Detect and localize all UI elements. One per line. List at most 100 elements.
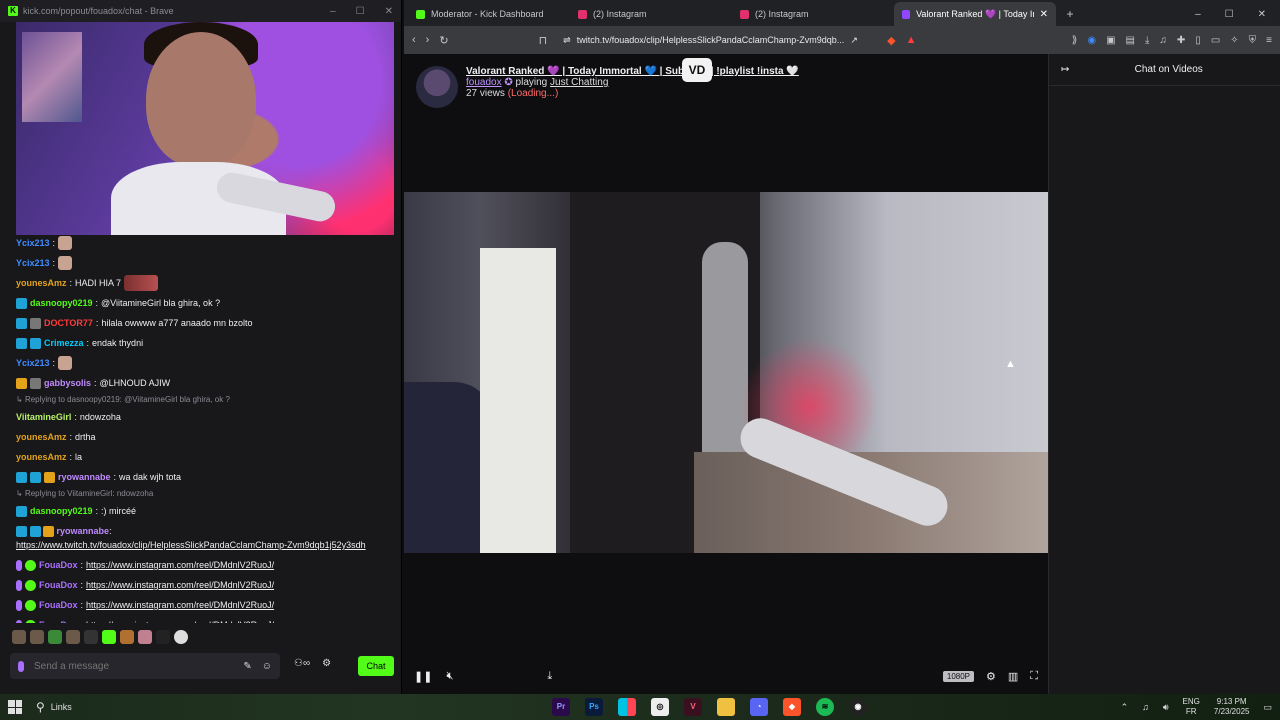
photoshop-icon[interactable]: Ps [585, 698, 603, 716]
obs-studio-icon[interactable]: ◉ [849, 698, 867, 716]
close-tab-icon[interactable]: ✕ [1040, 9, 1048, 20]
chat-username[interactable]: younesAmz [16, 273, 67, 293]
chat-username[interactable]: Ycix213 [16, 233, 50, 253]
tab-instagram-2[interactable]: (2) Instagram [732, 2, 894, 26]
emote-icon[interactable] [30, 630, 44, 644]
emote-icon[interactable] [102, 630, 116, 644]
new-tab-button[interactable]: + [1060, 2, 1080, 26]
clip-title[interactable]: Valorant Ranked 💜 | Today Immortal 💙 | S… [466, 66, 799, 77]
pause-icon[interactable]: ❚❚ [414, 670, 432, 683]
wallet-icon[interactable]: ▭ [1211, 35, 1220, 46]
site-settings-icon[interactable]: ⇌ [563, 35, 571, 46]
media-icon[interactable]: ♫ [1159, 35, 1167, 46]
reload-icon[interactable]: ↻ [439, 34, 448, 47]
extension-icon[interactable]: ▤ [1126, 35, 1135, 46]
mute-icon[interactable]: 🔇︎ [446, 670, 453, 683]
share-icon[interactable]: ↗ [850, 35, 858, 46]
vd-extension-badge[interactable]: VD [682, 58, 712, 82]
chat-username[interactable]: ryowannabe [58, 467, 111, 487]
menu-icon[interactable]: ≡ [1266, 35, 1272, 46]
bookmark-icon[interactable]: ⊓ [539, 34, 548, 47]
brave-rewards-icon[interactable]: ▲ [906, 34, 917, 46]
brave-icon[interactable]: ◆ [783, 698, 801, 716]
emote-icon[interactable] [120, 630, 134, 644]
chat-username[interactable]: Ycix213 [16, 353, 50, 373]
maximize-button[interactable]: ☐ [356, 6, 365, 17]
chat-link[interactable]: https://www.instagram.com/reel/DMdnlV2Ru… [86, 555, 274, 575]
switch-icon[interactable] [618, 698, 636, 716]
chat-username[interactable]: dasnoopy0219 [30, 293, 93, 313]
chat-username[interactable]: DOCTOR77 [44, 313, 93, 333]
chat-username[interactable]: FouaDox [39, 595, 78, 615]
emote-icon[interactable] [48, 630, 62, 644]
brave-shields-icon[interactable]: ◆ [887, 34, 895, 47]
close-button[interactable]: ✕ [385, 6, 393, 17]
chat-username[interactable]: younesAmz [16, 427, 67, 447]
message-input[interactable] [34, 660, 204, 672]
game-link[interactable]: Just Chatting [550, 77, 608, 88]
download-clip-icon[interactable]: ⤓ [547, 670, 552, 683]
close-button[interactable]: ✕ [1258, 9, 1266, 20]
spotify-icon[interactable]: ≋ [816, 698, 834, 716]
headset-icon[interactable]: ♫ [1142, 702, 1149, 712]
extension-icon[interactable]: ▣ [1106, 35, 1115, 46]
emote-icon[interactable] [138, 630, 152, 644]
tab-kick-dashboard[interactable]: Moderator - Kick Dashboard [408, 2, 570, 26]
discord-icon[interactable]: ◔ [750, 698, 768, 716]
settings-icon[interactable]: ⚙ [986, 670, 996, 683]
file-explorer-icon[interactable] [717, 698, 735, 716]
back-icon[interactable]: ‹ [412, 34, 416, 46]
emote-icon[interactable] [174, 630, 188, 644]
emote-icon[interactable] [12, 630, 26, 644]
send-chat-button[interactable]: Chat [358, 656, 394, 676]
sidebar-icon[interactable]: ▯ [1195, 35, 1201, 46]
reply-context[interactable]: ↳ Replying to ViitamineGirl: ndowzoha [16, 487, 392, 501]
video-player[interactable] [404, 192, 1048, 553]
extension-icon[interactable]: ⟫ [1072, 35, 1078, 46]
address-bar[interactable]: ⇌ twitch.tv/fouadox/clip/HelplessSlickPa… [557, 29, 877, 51]
vegas-icon[interactable]: V [684, 698, 702, 716]
extensions-puzzle-icon[interactable]: ✚ [1177, 35, 1185, 46]
chat-username[interactable]: younesAmz [16, 447, 67, 467]
minimize-button[interactable]: – [1195, 9, 1201, 20]
clock[interactable]: 9:13 PM 7/23/2025 [1214, 697, 1250, 717]
chat-username[interactable]: dasnoopy0219 [30, 501, 93, 521]
emote-icon[interactable] [156, 630, 170, 644]
users-icon[interactable]: ⚇∞ [294, 658, 310, 669]
chat-username[interactable]: gabbysolis [44, 373, 91, 393]
notification-icon[interactable]: ▭ [1263, 702, 1272, 713]
reply-context[interactable]: ↳ Replying to dasnoopy0219: @ViitamineGi… [16, 393, 392, 407]
chat-link[interactable]: https://www.twitch.tv/fouadox/clip/Helpl… [16, 540, 366, 550]
tab-twitch-clip[interactable]: Valorant Ranked 💜 | Today Imm ✕ [894, 2, 1056, 26]
obs-icon[interactable]: ◎ [651, 698, 669, 716]
chat-link[interactable]: https://www.instagram.com/reel/DMdnlV2Ru… [86, 615, 274, 623]
search-label[interactable]: Links [51, 702, 72, 712]
maximize-button[interactable]: ☐ [1225, 9, 1234, 20]
chat-username[interactable]: Crimezza [44, 333, 84, 353]
chat-username[interactable]: ViitamineGirl [16, 407, 71, 427]
premiere-icon[interactable]: Pr [552, 698, 570, 716]
tab-instagram-1[interactable]: (2) Instagram [570, 2, 732, 26]
settings-icon[interactable]: ⚙ [322, 658, 331, 669]
leo-ai-icon[interactable]: ✧ [1230, 35, 1238, 46]
chat-link[interactable]: https://www.instagram.com/reel/DMdnlV2Ru… [86, 595, 274, 615]
chat-username[interactable]: ryowannabe [57, 526, 110, 536]
vpn-icon[interactable]: ⛨ [1249, 35, 1257, 46]
collapse-chat-icon[interactable]: ↦ [1061, 64, 1069, 75]
chat-username[interactable]: FouaDox [39, 575, 78, 595]
quality-badge[interactable]: 1080P [942, 670, 975, 682]
download-icon[interactable]: ⤓ [1145, 35, 1149, 46]
chat-username[interactable]: FouaDox [39, 555, 78, 575]
chat-username[interactable]: Ycix213 [16, 253, 50, 273]
minimize-button[interactable]: – [330, 6, 336, 17]
fullscreen-icon[interactable]: ⛶ [1030, 670, 1038, 683]
translate-icon[interactable]: ✎ [243, 661, 251, 672]
emote-icon[interactable] [66, 630, 80, 644]
chat-input-box[interactable]: ✎ ☺ [10, 653, 280, 679]
channel-avatar[interactable] [416, 66, 458, 108]
search-icon[interactable]: ⚲ [36, 700, 45, 714]
theatre-mode-icon[interactable]: ▥ [1008, 670, 1018, 683]
channel-link[interactable]: fouadox [466, 77, 502, 88]
emoji-icon[interactable]: ☺ [262, 661, 272, 672]
language-indicator[interactable]: ENG FR [1183, 697, 1200, 717]
